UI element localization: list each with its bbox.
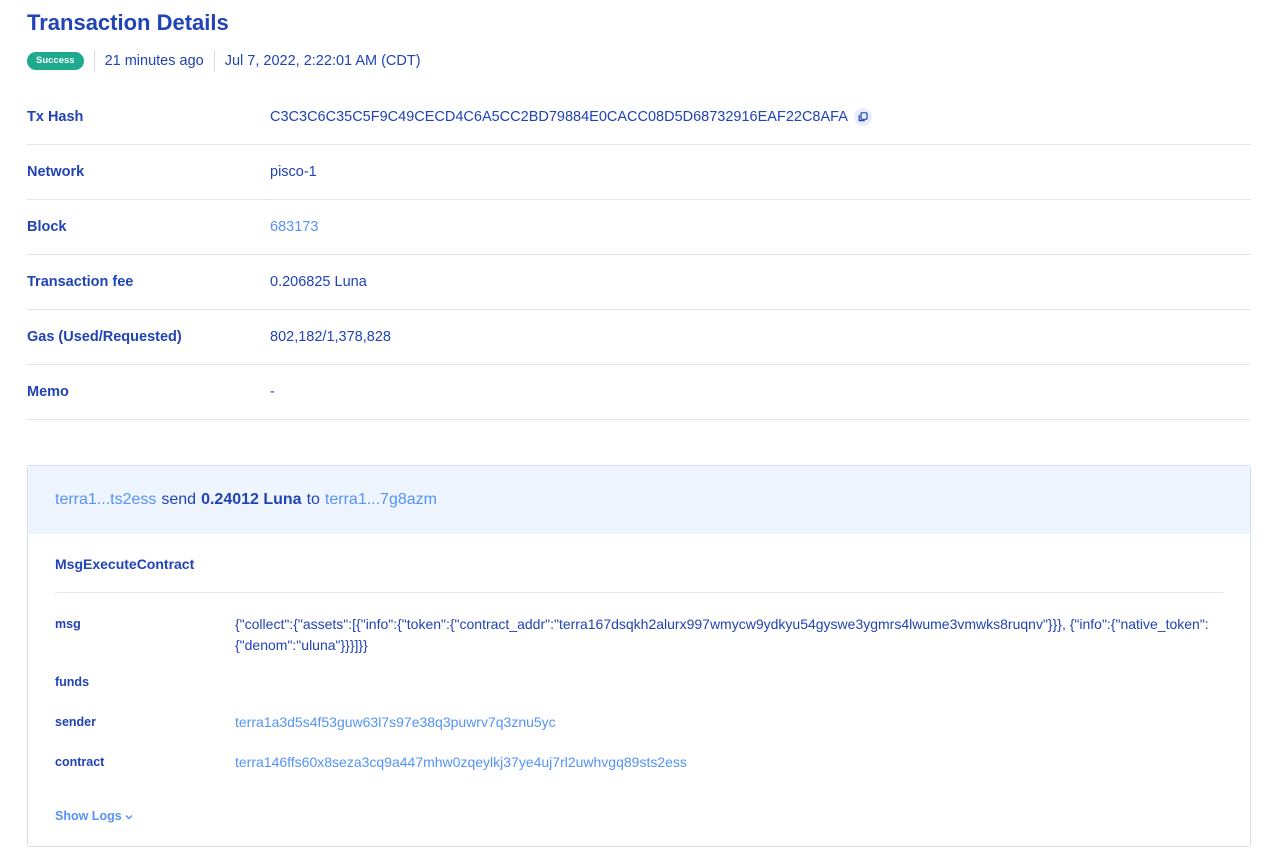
detail-value: C3C3C6C35C5F9C49CECD4C6A5CC2BD79884E0CAC… [270, 108, 872, 126]
to-address-link[interactable]: terra1...7g8azm [325, 491, 437, 509]
chevron-down-icon [125, 809, 133, 823]
detail-row-memo: Memo - [27, 365, 1251, 420]
param-label: funds [55, 675, 90, 689]
from-address-link[interactable]: terra1...ts2ess [55, 491, 156, 509]
to-text: to [306, 491, 320, 508]
divider [93, 50, 95, 72]
detail-label: Gas (Used/Requested) [27, 329, 182, 345]
amount-text: 0.24012 Luna [201, 491, 302, 508]
detail-label: Tx Hash [27, 109, 84, 125]
param-label: contract [55, 755, 105, 769]
message-summary: terra1...ts2ess send 0.24012 Luna to ter… [28, 466, 1250, 534]
status-row: Success 21 minutes ago Jul 7, 2022, 2:22… [27, 50, 421, 72]
show-logs-label: Show Logs [55, 809, 122, 823]
msg-value: {"collect":{"assets":[{"info":{"token":{… [235, 616, 1209, 653]
sender-address-link[interactable]: terra1a3d5s4f53guw63l7s97e38q3puwrv7q3zn… [235, 712, 1220, 733]
page-title: Transaction Details [27, 10, 229, 35]
tx-hash-value: C3C3C6C35C5F9C49CECD4C6A5CC2BD79884E0CAC… [270, 109, 848, 125]
detail-label: Transaction fee [27, 274, 134, 290]
details-table: Tx Hash C3C3C6C35C5F9C49CECD4C6A5CC2BD79… [27, 90, 1251, 420]
transaction-fee-value: 0.206825 Luna [270, 274, 367, 290]
detail-row-tx-hash: Tx Hash C3C3C6C35C5F9C49CECD4C6A5CC2BD79… [27, 90, 1251, 145]
divider [55, 592, 1223, 593]
relative-time: 21 minutes ago [104, 53, 204, 69]
contract-address-link[interactable]: terra146ffs60x8seza3cq9a447mhw0zqeylkj37… [235, 752, 1220, 773]
network-value: pisco-1 [270, 164, 317, 180]
param-label: msg [55, 617, 81, 631]
timestamp: Jul 7, 2022, 2:22:01 AM (CDT) [224, 53, 421, 69]
detail-label: Block [27, 219, 67, 235]
message-type: MsgExecuteContract [55, 556, 195, 572]
show-logs-button[interactable]: Show Logs [55, 809, 133, 823]
action-text: send [161, 491, 197, 508]
param-label: sender [55, 715, 96, 729]
message-card: terra1...ts2ess send 0.24012 Luna to ter… [27, 465, 1251, 847]
status-badge: Success [27, 52, 84, 70]
detail-label: Network [27, 164, 85, 180]
detail-label: Memo [27, 384, 69, 400]
detail-row-network: Network pisco-1 [27, 145, 1251, 200]
block-link[interactable]: 683173 [270, 219, 318, 235]
divider [213, 50, 215, 72]
detail-row-block: Block 683173 [27, 200, 1251, 255]
detail-row-transaction-fee: Transaction fee 0.206825 Luna [27, 255, 1251, 310]
copy-icon[interactable] [853, 108, 872, 126]
memo-value: - [270, 384, 275, 400]
detail-row-gas: Gas (Used/Requested) 802,182/1,378,828 [27, 310, 1251, 365]
gas-value: 802,182/1,378,828 [270, 329, 391, 345]
